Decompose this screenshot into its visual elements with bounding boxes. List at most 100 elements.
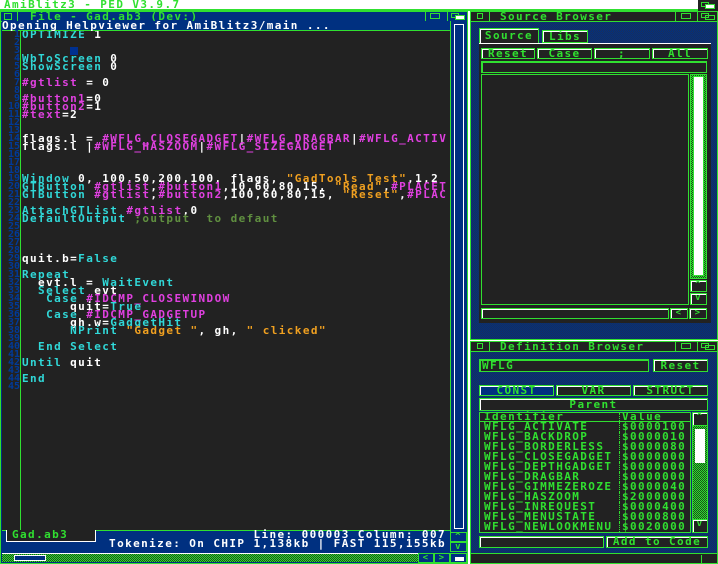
tab-struct[interactable]: STRUCT	[633, 385, 708, 396]
code-token: " clicked"	[246, 324, 327, 337]
code-token: OPTIMIZE	[22, 31, 87, 41]
scroll-down-button[interactable]: v	[692, 519, 708, 533]
definition-table[interactable]: Identifier Value WFLG_ACTIVATE $0000100 WF…	[479, 411, 691, 533]
vertical-scrollbar[interactable]	[450, 21, 467, 532]
h-scroll-thumb[interactable]	[14, 555, 46, 561]
tab-label: VAR	[581, 384, 606, 397]
code-token: 1	[86, 31, 103, 41]
scroll-up-button[interactable]: ^	[450, 532, 467, 542]
code-token: False	[78, 252, 119, 265]
resize-icon[interactable]	[701, 555, 715, 563]
tab-const[interactable]: CONST	[479, 385, 554, 396]
scroll-up-button[interactable]: ^	[690, 280, 707, 292]
code-token: GTButton	[22, 188, 87, 201]
scroll-left-button[interactable]: <	[418, 553, 434, 563]
horizontal-scrollbar[interactable]	[2, 553, 418, 562]
tab-source[interactable]: Source	[479, 28, 539, 43]
source-list-scrollbar[interactable]	[690, 74, 707, 279]
code-token: = 0	[78, 76, 111, 89]
zoom-icon[interactable]	[675, 12, 695, 21]
input-value: WFLG	[482, 359, 515, 372]
source-browser-title: Source Browser	[489, 11, 612, 22]
code-token: "Reset"	[342, 188, 400, 201]
code-token: ;output to defaut	[134, 212, 279, 225]
code-line: End Select	[22, 340, 450, 353]
code-line: Until quit	[22, 356, 450, 369]
code-line: ShowScreen 0	[22, 60, 450, 73]
close-icon[interactable]	[477, 343, 483, 349]
code-token: |	[198, 140, 207, 153]
code-token: =2	[62, 108, 79, 121]
definition-reset-button[interactable]: Reset	[653, 359, 708, 372]
code-token: ,100,60,80,15,	[222, 188, 343, 201]
definition-bottom-field[interactable]	[479, 536, 604, 548]
scroll-thumb[interactable]	[693, 76, 704, 276]
add-to-code-button[interactable]: Add to Code	[606, 536, 708, 548]
reset-button[interactable]: Reset	[481, 48, 535, 59]
code-editor[interactable]: OPTIMIZE 1 WbToScreen 0 ShowScreen 0 #gtlis…	[22, 31, 450, 529]
scroll-thumb[interactable]	[695, 429, 705, 463]
code-line: NPrint "Gadget ", gh, " clicked"	[22, 324, 450, 337]
all-button[interactable]: All	[652, 48, 708, 59]
depth-icon[interactable]	[447, 12, 467, 21]
depth-icon[interactable]	[697, 342, 717, 351]
source-list[interactable]	[481, 74, 689, 305]
identifier-cell: WFLG_NEWLOOKMENU	[480, 521, 620, 532]
depth-icon[interactable]	[697, 12, 717, 21]
source-browser-titlebar[interactable]: Source Browser	[470, 11, 718, 22]
tab-label: Libs	[548, 30, 582, 43]
code-token: End Select	[38, 340, 119, 353]
code-line: #button2=1	[22, 101, 450, 112]
code-token: Until	[22, 356, 63, 369]
line-number: 45	[7, 381, 20, 392]
button-label: Reset	[660, 359, 701, 372]
close-icon[interactable]	[477, 13, 483, 19]
code-token: quit	[62, 356, 103, 369]
scroll-up-button[interactable]: ^	[692, 412, 708, 426]
button-label: Reset	[487, 47, 529, 60]
semicolon-button[interactable]: ;	[594, 48, 650, 59]
code-token: #WFLG_HASZOOM	[94, 140, 199, 153]
zoom-icon[interactable]	[675, 342, 695, 351]
table-row[interactable]: WFLG_NEWLOOKMENU $0020000	[480, 521, 690, 532]
screen-depth-icon[interactable]	[698, 0, 718, 11]
line-number-gutter: 1 2 3 4 5 6 7 8 9 10 11 12 13 14 15 16 17 18 19 20 21 22 23 24 2…	[2, 30, 20, 529]
scroll-down-button[interactable]: v	[450, 542, 467, 552]
code-token: 0	[102, 60, 119, 73]
button-label: ;	[617, 47, 627, 60]
code-line: #gtlist = 0	[22, 76, 450, 89]
code-token: ,	[399, 188, 408, 201]
button-label: Case	[548, 47, 581, 60]
code-token: "Gadget "	[126, 324, 199, 337]
file-tab[interactable]: Gad.ab3	[6, 529, 96, 542]
tab-libs[interactable]: Libs	[542, 30, 588, 43]
code-token: quit.b=	[22, 252, 79, 265]
scroll-right-button[interactable]: >	[689, 308, 707, 319]
scroll-left-button[interactable]: <	[670, 308, 688, 319]
scroll-thumb[interactable]	[454, 24, 464, 529]
gutter-divider	[20, 31, 21, 530]
definition-browser-title: Definition Browser	[489, 341, 644, 352]
definition-search-input[interactable]: WFLG	[479, 359, 649, 372]
tab-var[interactable]: VAR	[556, 385, 631, 396]
definition-footer	[470, 553, 718, 564]
resize-icon[interactable]	[450, 553, 467, 563]
code-token: , gh,	[198, 324, 247, 337]
case-button[interactable]: Case	[537, 48, 592, 59]
code-token: |	[350, 132, 359, 145]
code-token: #gtlist	[22, 76, 79, 89]
definition-browser-titlebar[interactable]: Definition Browser	[470, 341, 718, 352]
message-line: Opening Helpviewer for AmiBlitz3/main ..…	[2, 20, 450, 31]
zoom-icon[interactable]	[425, 12, 443, 21]
scroll-down-button[interactable]: v	[690, 293, 707, 305]
code-line: quit.b=False	[22, 252, 450, 265]
scroll-right-button[interactable]: >	[434, 553, 450, 563]
source-filter-input[interactable]	[481, 61, 707, 73]
code-line: DefaultOutput ;output to defaut	[22, 212, 450, 225]
source-bottom-input[interactable]	[481, 308, 669, 319]
definition-scrollbar[interactable]: ^ v	[692, 412, 708, 533]
